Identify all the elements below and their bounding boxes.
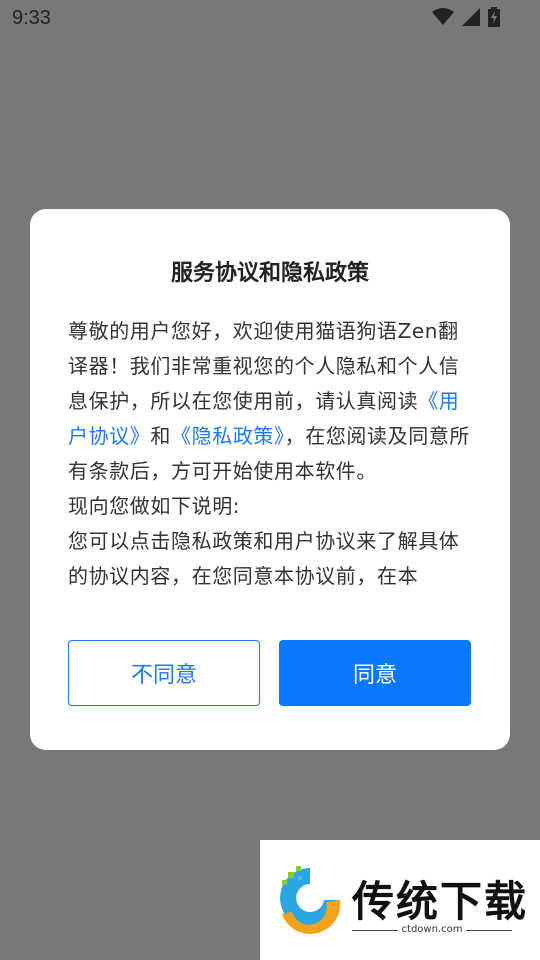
status-time: 9:33 (12, 7, 51, 29)
and-text: 和 (150, 424, 172, 448)
status-bar: 9:33 (0, 0, 540, 36)
privacy-dialog: 服务协议和隐私政策 尊敬的用户您好，欢迎使用猫语狗语Zen翻译器！我们非常重视您… (30, 209, 510, 750)
disagree-button[interactable]: 不同意 (68, 640, 260, 706)
watermark-logo-icon (274, 862, 346, 940)
dialog-body: 尊敬的用户您好，欢迎使用猫语狗语Zen翻译器！我们非常重视您的个人隐私和个人信息… (68, 314, 478, 614)
status-icons (432, 7, 500, 27)
intro-paragraph: 尊敬的用户您好，欢迎使用猫语狗语Zen翻译器！我们非常重视您的个人隐私和个人信息… (68, 314, 478, 489)
wifi-icon (432, 8, 454, 26)
intro-text: 尊敬的用户您好，欢迎使用猫语狗语Zen翻译器！我们非常重视您的个人隐私和个人信息… (68, 319, 460, 413)
battery-charging-icon (488, 7, 500, 27)
watermark-url: ctdown.com (397, 924, 467, 935)
watermark-title: 传统下载 (352, 877, 529, 926)
privacy-policy-link[interactable]: 《隐私政策》 (171, 424, 285, 448)
watermark-subtitle: ctdown.com (352, 924, 512, 935)
signal-icon (462, 8, 480, 26)
dialog-title: 服务协议和隐私政策 (170, 261, 369, 286)
agree-button[interactable]: 同意 (279, 640, 471, 706)
explain-heading: 现向您做如下说明: (68, 494, 241, 518)
explain-text: 您可以点击隐私政策和用户协议来了解具体的协议内容，在您同意本协议前，在本 (68, 529, 460, 588)
watermark: 传统下载 ctdown.com (260, 840, 540, 960)
